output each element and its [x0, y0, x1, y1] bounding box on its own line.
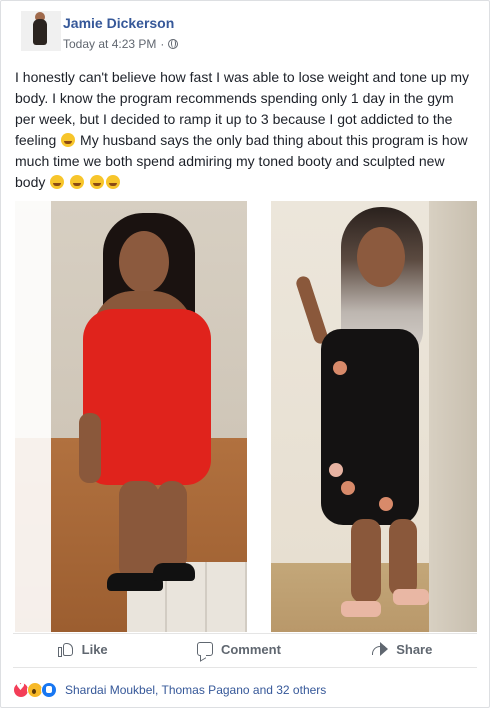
share-label: Share [396, 641, 433, 657]
photo-heel [341, 601, 381, 617]
author-name[interactable]: Jamie Dickerson [63, 15, 174, 31]
post-actions-bar: Like Comment Share [13, 637, 477, 661]
globe-icon[interactable] [168, 39, 179, 49]
post-photo-after[interactable] [271, 201, 477, 632]
photo-arm [79, 413, 101, 483]
rofl-emoji-icon [90, 175, 105, 189]
post-timestamp[interactable]: Today at 4:23 PM [63, 37, 156, 51]
photo-floral-dress [321, 329, 419, 525]
photo-leg [119, 481, 159, 581]
photo-leg [157, 481, 187, 571]
photo-raised-arm [294, 274, 330, 346]
share-arrow-icon [370, 642, 389, 656]
photo-heel [393, 589, 429, 605]
share-button[interactable]: Share [370, 642, 432, 657]
photo-face [357, 227, 405, 287]
like-button[interactable]: Like [57, 641, 108, 657]
avatar-figure-body [33, 19, 47, 45]
photo-dress-flower [333, 361, 347, 375]
reaction-names-link[interactable]: Shardai Moukbel, Thomas Pagano and 32 ot… [65, 683, 326, 697]
photo-dress-flower [329, 463, 343, 477]
comment-button[interactable]: Comment [196, 641, 281, 657]
post-text: I honestly can't believe how fast I was … [15, 67, 473, 193]
reactions-summary[interactable]: Shardai Moukbel, Thomas Pagano and 32 ot… [13, 680, 326, 700]
photo-red-dress [83, 309, 211, 485]
photo-dress-flower [341, 481, 355, 495]
actions-top-divider [13, 633, 477, 634]
like-reaction-icon [41, 682, 57, 698]
comment-icon [196, 642, 213, 656]
photo-leg [389, 519, 417, 597]
photo-door-frame [15, 201, 51, 632]
grinning-sweat-emoji-icon [61, 133, 76, 147]
post-card: Jamie Dickerson Today at 4:23 PM · I hon… [0, 0, 490, 708]
meta-separator: · [160, 37, 165, 51]
photo-shoe [153, 563, 195, 581]
rofl-emoji-icon [106, 175, 121, 189]
photo-face [119, 231, 169, 293]
photo-leg [351, 519, 381, 603]
author-avatar[interactable] [21, 11, 61, 51]
like-label: Like [81, 641, 108, 657]
comment-label: Comment [220, 641, 281, 657]
photo-wall-corner [429, 201, 477, 632]
post-photo-before[interactable] [15, 201, 247, 632]
post-meta: Today at 4:23 PM · [63, 37, 179, 51]
actions-bottom-divider [13, 667, 477, 668]
laughing-emoji-icon [50, 175, 65, 189]
post-header: Jamie Dickerson Today at 4:23 PM · [15, 9, 475, 57]
photo-dress-flower [379, 497, 393, 511]
laughing-emoji-icon [70, 175, 85, 189]
thumbs-up-icon [57, 641, 74, 657]
